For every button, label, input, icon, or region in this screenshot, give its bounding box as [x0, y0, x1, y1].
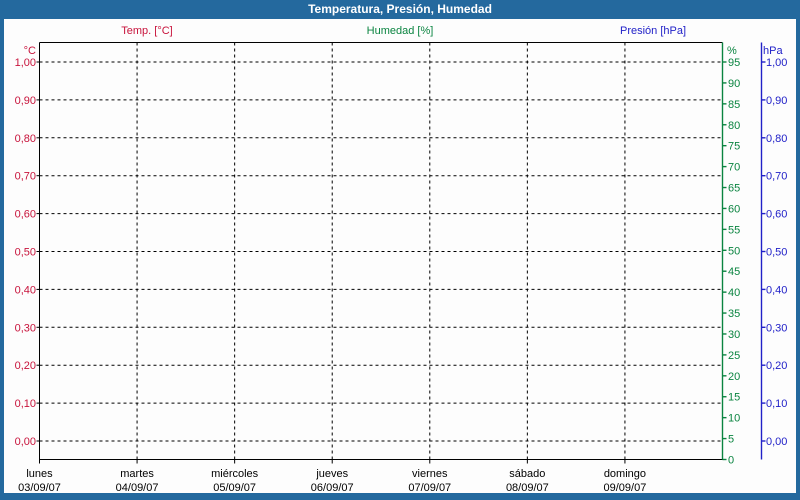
temp-tick-label: 0,20: [15, 360, 36, 372]
window-border-left: [0, 19, 4, 500]
humidity-tick-label: 40: [728, 287, 740, 299]
pressure-tick-label: 0,60: [766, 209, 787, 221]
pressure-tick-label: 0,30: [766, 322, 787, 334]
pressure-tick-label: 0,90: [766, 95, 787, 107]
humidity-tick-label: 45: [728, 266, 740, 278]
temp-tick-label: 0,90: [15, 95, 36, 107]
humidity-tick-label: 95: [728, 57, 740, 69]
humidity-tick-label: 90: [728, 78, 740, 90]
day-name-label: sábado: [509, 468, 545, 480]
temp-tick-label: 1,00: [15, 57, 36, 69]
temp-tick-label: 0,00: [15, 436, 36, 448]
humidity-tick-label: 60: [728, 203, 740, 215]
humidity-tick-label: 5: [728, 434, 734, 446]
day-name-label: lunes: [26, 468, 53, 480]
humidity-tick-label: 70: [728, 162, 740, 174]
temp-tick-label: 0,80: [15, 133, 36, 145]
humidity-tick-label: 35: [728, 308, 740, 320]
temp-axis-unit: °C: [24, 45, 36, 57]
weather-chart-window: 1,00 0,90 0,80 0,70 0,60 0,50 0,40 0,30 0,20 0,10…: [0, 0, 800, 500]
humidity-tick-label: 25: [728, 350, 740, 362]
legend-humidity: Humedad [%]: [366, 25, 434, 37]
pressure-tick-label: 0,40: [766, 284, 787, 296]
day-name-label: domingo: [604, 468, 646, 480]
day-name-label: viernes: [412, 468, 448, 480]
humidity-tick-label: 75: [728, 141, 740, 153]
pressure-tick-label: 0,20: [766, 360, 787, 372]
pressure-tick-label: 0,10: [766, 398, 787, 410]
humidity-tick-label: 80: [728, 120, 740, 132]
humidity-tick-label: 30: [728, 329, 740, 341]
window-title: Temperatura, Presión, Humedad: [308, 2, 492, 16]
window-border-bottom: [0, 493, 800, 500]
humidity-tick-label: 10: [728, 413, 740, 425]
pressure-tick-label: 0,70: [766, 171, 787, 183]
pressure-axis-unit: hPa: [763, 45, 783, 57]
humidity-tick-label: 55: [728, 224, 740, 236]
temp-tick-label: 0,10: [15, 398, 36, 410]
pressure-tick-label: 0,80: [766, 133, 787, 145]
humidity-tick-label: 15: [728, 392, 740, 404]
pressure-tick-label: 0,00: [766, 436, 787, 448]
title-bar: Temperatura, Presión, Humedad: [0, 0, 800, 19]
humidity-tick-label: 0: [728, 455, 734, 467]
temp-tick-label: 0,30: [15, 322, 36, 334]
humidity-axis-unit: %: [727, 45, 737, 57]
legend-temperature: Temp. [°C]: [121, 25, 173, 37]
pressure-tick-label: 1,00: [766, 57, 787, 69]
humidity-tick-label: 50: [728, 245, 740, 257]
temp-tick-label: 0,40: [15, 284, 36, 296]
window-border-right: [796, 19, 800, 500]
temp-tick-label: 0,60: [15, 209, 36, 221]
legend-pressure: Presión [hPa]: [619, 25, 687, 37]
day-name-label: jueves: [315, 468, 348, 480]
day-name-label: miércoles: [211, 468, 259, 480]
humidity-tick-label: 20: [728, 371, 740, 383]
temp-tick-label: 0,70: [15, 171, 36, 183]
humidity-tick-label: 65: [728, 183, 740, 195]
pressure-tick-label: 0,50: [766, 247, 787, 259]
chart-plot-area: 1,00 0,90 0,80 0,70 0,60 0,50 0,40 0,30 0,20 0,10…: [15, 42, 787, 494]
temp-tick-label: 0,50: [15, 247, 36, 259]
humidity-tick-label: 85: [728, 99, 740, 111]
day-name-label: martes: [120, 468, 154, 480]
